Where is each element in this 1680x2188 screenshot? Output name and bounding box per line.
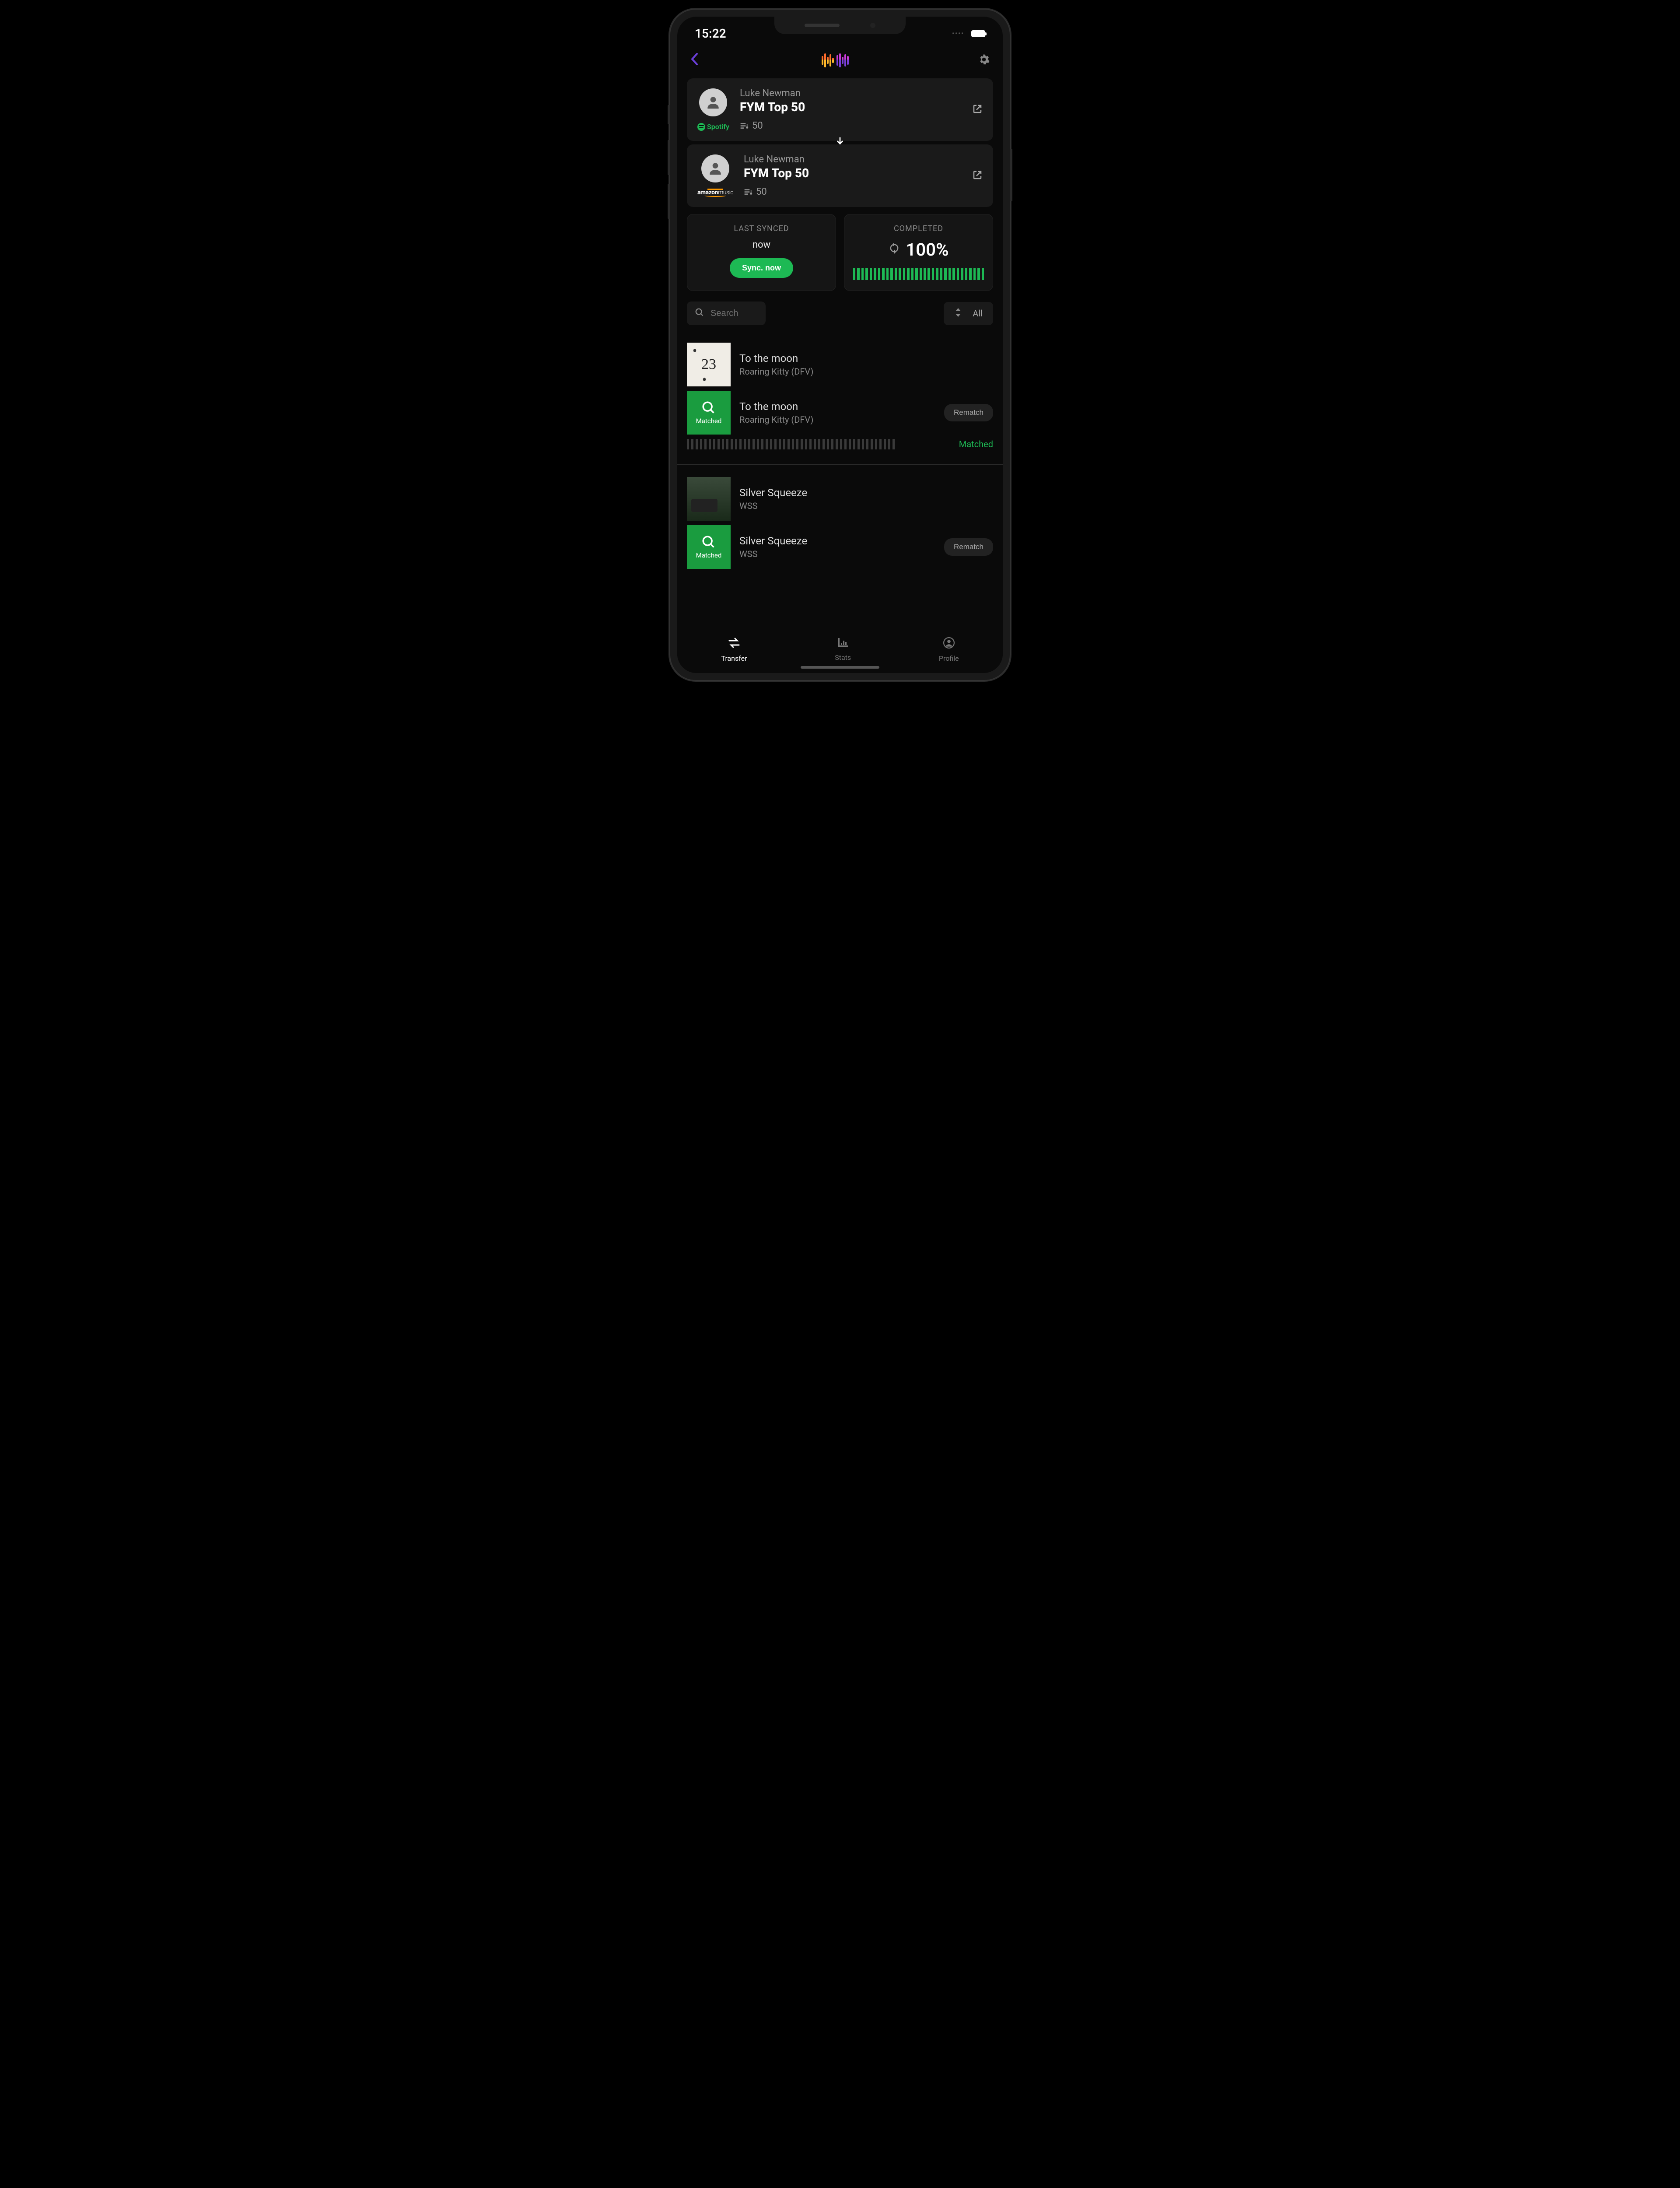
track-artwork xyxy=(687,477,731,521)
completed-label: COMPLETED xyxy=(853,224,984,233)
match-status: Matched xyxy=(959,439,993,449)
completed-value: 100% xyxy=(906,239,948,260)
playlist-owner: Luke Newman xyxy=(740,88,962,99)
matched-badge: Matched xyxy=(687,391,731,435)
progress-bar xyxy=(853,268,984,280)
transfer-icon xyxy=(728,637,741,652)
playlist-owner: Luke Newman xyxy=(744,154,962,165)
search-icon xyxy=(695,308,704,319)
track-artwork: 23 xyxy=(687,343,731,386)
avatar xyxy=(701,154,729,182)
arrow-down-icon xyxy=(687,137,993,149)
open-external-button[interactable] xyxy=(972,104,983,116)
track-title: Silver Squeeze xyxy=(739,487,993,499)
settings-button[interactable] xyxy=(978,54,990,67)
home-indicator[interactable] xyxy=(801,666,879,669)
last-synced-value: now xyxy=(696,239,827,250)
source-playlist-card: Spotify Luke Newman FYM Top 50 50 xyxy=(687,78,993,141)
last-synced-card: LAST SYNCED now Sync. now xyxy=(687,214,836,291)
profile-icon xyxy=(943,637,955,652)
track-artist: Roaring Kitty (DFV) xyxy=(739,366,993,377)
track-row: Silver Squeeze WSS Matched Silver Squeez… xyxy=(687,473,993,578)
completed-card: COMPLETED 100% xyxy=(844,214,993,291)
amazon-music-badge: amazonmusic xyxy=(697,189,733,197)
search-input[interactable] xyxy=(710,309,758,319)
track-progress-ticks xyxy=(687,439,952,449)
filter-label: All xyxy=(973,308,983,319)
sort-icon xyxy=(954,308,962,319)
sync-now-button[interactable]: Sync. now xyxy=(730,258,793,278)
matched-track-artist: WSS xyxy=(739,549,935,559)
open-external-button[interactable] xyxy=(972,170,983,182)
refresh-icon xyxy=(888,242,900,257)
track-count: 50 xyxy=(744,186,962,197)
clock: 15:22 xyxy=(695,26,726,41)
matched-track-title: Silver Squeeze xyxy=(739,535,935,547)
playlist-name: FYM Top 50 xyxy=(744,166,962,180)
rematch-button[interactable]: Rematch xyxy=(944,538,993,556)
app-logo xyxy=(821,53,856,68)
divider xyxy=(677,464,1003,465)
tab-profile[interactable]: Profile xyxy=(939,637,959,663)
track-artist: WSS xyxy=(739,501,993,511)
tab-bar: Transfer Stats Profile xyxy=(677,630,1003,673)
search-field[interactable] xyxy=(687,302,766,325)
tab-stats[interactable]: Stats xyxy=(835,637,851,663)
cellular-dots-icon: •••• xyxy=(952,30,964,37)
track-title: To the moon xyxy=(739,352,993,365)
battery-icon xyxy=(971,30,985,37)
track-count: 50 xyxy=(740,120,962,131)
destination-playlist-card: amazonmusic Luke Newman FYM Top 50 50 xyxy=(687,144,993,207)
matched-badge: Matched xyxy=(687,525,731,569)
filter-button[interactable]: All xyxy=(944,302,993,325)
playlist-name: FYM Top 50 xyxy=(740,100,962,114)
tab-transfer[interactable]: Transfer xyxy=(721,637,747,663)
status-icons: •••• xyxy=(952,26,985,41)
spotify-badge: Spotify xyxy=(697,123,729,131)
matched-track-artist: Roaring Kitty (DFV) xyxy=(739,414,935,425)
avatar xyxy=(699,88,727,116)
track-row: 23 To the moon Roaring Kitty (DFV) Match… xyxy=(687,338,993,463)
nav-bar xyxy=(677,45,1003,78)
spotify-icon xyxy=(697,123,705,131)
matched-track-title: To the moon xyxy=(739,400,935,413)
back-button[interactable] xyxy=(690,51,698,70)
last-synced-label: LAST SYNCED xyxy=(696,224,827,233)
rematch-button[interactable]: Rematch xyxy=(944,404,993,421)
stats-icon xyxy=(837,637,849,651)
